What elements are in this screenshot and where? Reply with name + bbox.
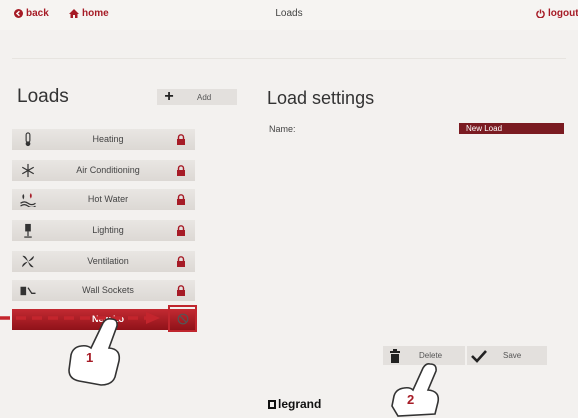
lock-icon [177,165,185,176]
callout-number-1: 1 [86,350,94,365]
thermometer-icon [25,132,31,147]
hand-pointer-icon [68,318,121,386]
load-label: Air Conditioning [76,165,140,175]
load-item-hot-water[interactable]: Hot Water [12,189,202,210]
legrand-logo: legrand [268,397,321,411]
checkmark-icon [471,349,487,363]
save-label: Save [503,351,522,360]
power-icon [536,9,545,18]
top-bar: back home Loads logout [0,0,578,30]
hot-water-icon [20,192,36,207]
logout-link[interactable]: logout [536,8,578,19]
lock-icon [177,194,185,205]
loads-title: Loads [17,86,69,107]
header-divider [12,58,566,59]
name-field[interactable]: New Load [459,123,564,134]
settings-title: Load settings [267,88,375,108]
lamp-icon [24,223,32,238]
fan-icon [22,255,34,268]
hand-pointer-icon [391,363,440,417]
load-item-ventilation[interactable]: Ventilation [12,251,202,272]
snowflake-icon [21,163,35,178]
load-label: Lighting [92,225,124,235]
delete-label: Delete [419,351,443,360]
add-button[interactable]: + Add [157,89,237,105]
add-label: Add [197,92,212,102]
load-label: Wall Sockets [82,285,134,295]
callout-number-2: 2 [407,392,415,407]
plus-icon: + [164,88,174,105]
lock-icon [177,134,185,145]
logout-label: logout [548,8,578,19]
socket-icon [20,286,36,296]
load-item-lighting[interactable]: Lighting [12,220,202,241]
lock-icon [177,285,185,296]
load-item-wall-sockets[interactable]: Wall Sockets [12,280,202,301]
delete-load-toggle[interactable] [168,305,197,332]
ban-icon [177,313,188,324]
name-label: Name: [269,124,296,134]
load-label: Heating [92,134,124,144]
load-item-heating[interactable]: Heating [12,129,202,150]
save-button[interactable]: Save [467,346,547,365]
load-item-air-conditioning[interactable]: Air Conditioning [12,160,202,181]
load-label: Ventilation [87,256,129,266]
lock-icon [177,256,185,267]
lock-icon [177,225,185,236]
page-title: Loads [275,8,303,19]
load-label: Hot Water [87,194,129,204]
